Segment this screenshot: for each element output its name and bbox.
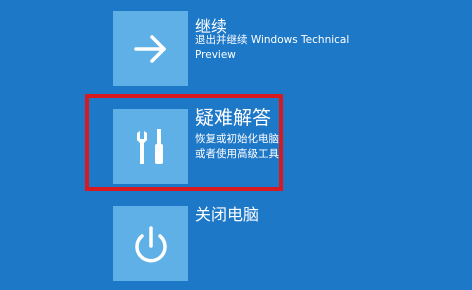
- tools-icon: [137, 129, 163, 164]
- power-icon: [135, 226, 167, 263]
- troubleshoot-description-line1: 恢复或初始化电脑: [195, 133, 279, 145]
- shutdown-option[interactable]: 关闭电脑: [113, 205, 413, 290]
- troubleshoot-description-line2: 或者使用高级工具: [195, 148, 279, 160]
- arrow-right-icon: [134, 35, 166, 63]
- shutdown-title: 关闭电脑: [195, 205, 260, 224]
- troubleshoot-option[interactable]: 疑难解答 恢复或初始化电脑 或者使用高级工具: [113, 107, 413, 187]
- continue-description: 退出并继续 Windows Technical Preview: [195, 34, 350, 61]
- continue-tile[interactable]: [113, 11, 188, 86]
- continue-option[interactable]: 继续 退出并继续 Windows Technical Preview: [113, 11, 413, 86]
- troubleshoot-tile[interactable]: [113, 109, 188, 184]
- shutdown-tile[interactable]: [113, 206, 188, 281]
- troubleshoot-title: 疑难解答: [195, 107, 272, 129]
- troubleshoot-description: 恢复或初始化电脑 或者使用高级工具: [195, 132, 279, 162]
